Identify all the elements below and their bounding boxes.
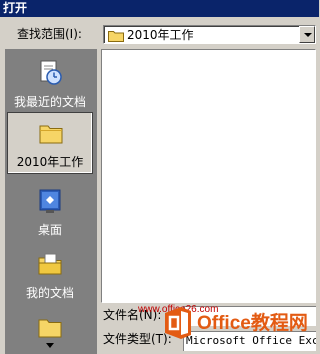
folder-icon (39, 125, 63, 144)
look-in-value: 2010年工作 (127, 28, 194, 42)
place-label: 2010年工作 (16, 155, 84, 169)
folder-icon (38, 319, 62, 338)
look-in-label: 查找范围(I): (17, 27, 82, 41)
filetype-label: 文件类型(T): (103, 332, 172, 346)
place-recent-documents[interactable]: 我最近的文档 (7, 53, 93, 115)
desktop-icon (39, 189, 61, 213)
scroll-down-icon[interactable] (46, 343, 54, 348)
recent-documents-icon (40, 60, 62, 85)
place-my-documents[interactable]: 我的文档 (7, 244, 93, 306)
place-label: 桌面 (37, 223, 62, 237)
place-desktop[interactable]: 桌面 (7, 181, 93, 243)
place-more[interactable] (7, 307, 93, 354)
file-list[interactable] (101, 49, 316, 303)
office-logo-icon (165, 307, 191, 339)
folder-icon (108, 31, 124, 42)
watermark-brand: Office教程网 (197, 313, 308, 334)
look-in-combobox[interactable]: 2010年工作 (103, 25, 316, 44)
place-label: 我最近的文档 (13, 95, 86, 109)
chevron-down-icon[interactable] (299, 26, 315, 43)
my-documents-icon (38, 253, 62, 275)
window-title: 打开 (0, 0, 319, 17)
place-label: 我的文档 (25, 286, 74, 300)
place-2010-work[interactable]: 2010年工作 (7, 112, 93, 174)
places-bar: 我最近的文档 2010年工作 桌面 我的文档 (5, 49, 97, 354)
